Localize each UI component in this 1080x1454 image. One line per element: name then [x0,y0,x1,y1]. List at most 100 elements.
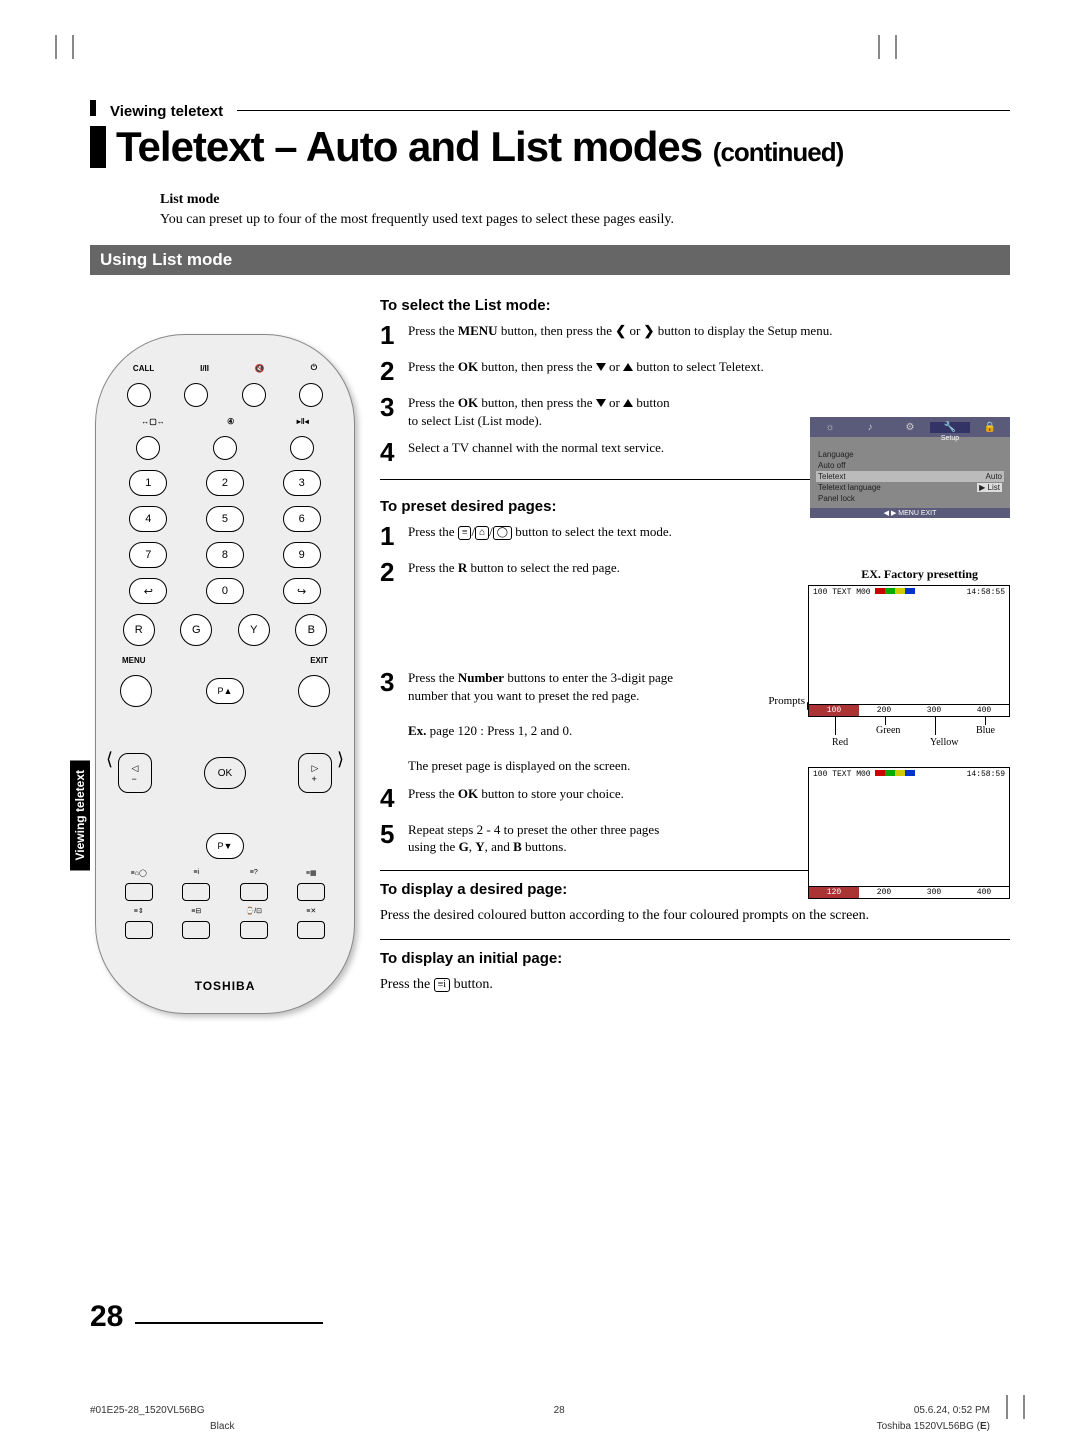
mute-icon: 🔇 [255,364,265,373]
prompt-blue: 400 [959,704,1009,716]
breadcrumb-rule [237,110,1010,111]
teletext-index-icon: ≡i [434,978,450,992]
ttx-size-button [125,921,153,939]
pic-size-icon: ↔▢↔ [141,417,165,426]
side-tab: Viewing teletext [70,760,90,870]
ttx-sub-button [182,921,210,939]
p-down-button: P▼ [206,833,244,859]
return-button: ↩ [129,578,167,604]
ttx-time-icon: ⌚/⊡ [241,907,267,915]
input-button: ↪ [283,578,321,604]
footer-black: Black [210,1421,234,1432]
call-button [127,383,151,407]
ttx-hdr-right: 14:58:55 [967,588,1005,597]
setup-tab-icon: ♪ [850,422,890,433]
exit-label: EXIT [310,656,328,665]
prompt-green: 200 [859,886,909,898]
title-continued: (continued) [713,137,844,167]
ttx-cancel-icon: ≡✕ [298,907,324,915]
menu-row-label: Teletext language [818,483,881,492]
menu-row-value: Auto [986,472,1002,481]
num-3: 3 [283,470,321,496]
still-button [290,436,314,460]
select-step-4: 4 Select a TV channel with the normal te… [380,439,680,465]
footer-date: 05.6.24, 0:52 PM [914,1405,990,1416]
preset-step-2: 2 Press the R button to select the red p… [380,559,680,585]
breadcrumb-row: Viewing teletext [90,100,1010,120]
prompt-yellow: 300 [909,704,959,716]
footer-file: #01E25-28_1520VL56BG [90,1405,205,1416]
ttx-mode-button [125,883,153,901]
num-2: 2 [206,470,244,496]
menu-row-label: Auto off [818,461,845,470]
still-icon: ▸‖◂ [297,417,309,426]
menu-row-label: Teletext [818,472,846,481]
select-step-3: 3 Press the OK button, then press the or… [380,394,680,429]
intro-block: List mode You can preset up to four of t… [90,190,1010,229]
example-text: page 120 : Press 1, 2 and 0. [426,723,572,738]
page-number: 28 [90,1300,123,1334]
footer-model: Toshiba 1520VL56BG (E) [877,1421,990,1432]
breadcrumb: Viewing teletext [110,103,223,120]
prompts-label: Prompts [745,695,805,707]
intro-heading: List mode [160,192,220,207]
footer-row-1: #01E25-28_1520VL56BG 28 05.6.24, 0:52 PM [0,1405,1080,1416]
prompt-red: 100 [809,704,859,716]
ttx-time-button [240,921,268,939]
section-heading: Using List mode [90,245,1010,275]
color-yellow-label: Yellow [930,737,958,748]
setup-tab-icon: 🔧 [930,422,970,433]
breadcrumb-bar [90,100,96,116]
ttx-reveal-button [240,883,268,901]
num-9: 9 [283,542,321,568]
power-icon: ⏻ [311,363,317,373]
setup-tab-icon: 🔒 [970,422,1010,433]
timer-button [213,436,237,460]
footer-row-2: Black Toshiba 1520VL56BG (E) [0,1421,1080,1432]
audio-button [184,383,208,407]
num-0: 0 [206,578,244,604]
ttx-index-icon: ≡i [183,869,209,877]
select-step-2: 2 Press the OK button, then press the or… [380,358,890,384]
ttx-hdr-right: 14:58:59 [967,770,1005,779]
page-number-rule [135,1322,323,1324]
power-button [299,383,323,407]
timer-icon: ④ [227,417,234,426]
setup-menu-screenshot: ☼ ♪ ⚙ 🔧 🔒 Language Auto off TeletextAuto… [810,417,1010,518]
sub-heading-initial: To display an initial page: [380,950,1010,967]
color-red-label: Red [832,737,848,748]
display-text: Press the desired coloured button accord… [380,906,1010,926]
teletext-screen-2: 100 TEXT M00 14:58:59 120 200 300 400 [808,767,1010,899]
ttx-hdr-left: 100 TEXT M00 [813,770,915,779]
page-title-row: Teletext – Auto and List modes (continue… [90,126,1010,168]
preset-result-text: The preset page is displayed on the scre… [408,758,630,773]
setup-tab-icon: ⚙ [890,422,930,433]
vol-up-button: ▷+ [298,753,332,793]
ttx-size-icon: ≡⇕ [126,907,152,915]
sub-heading-select: To select the List mode: [380,297,1010,314]
preset-step-5: 5 Repeat steps 2 - 4 to preset the other… [380,821,680,856]
prompt-blue: 400 [959,886,1009,898]
num-1: 1 [129,470,167,496]
ttx-mode-icon: ≡⌂◯ [126,869,152,877]
num-7: 7 [129,542,167,568]
preset-step-1: 1 Press the ≡/⌂/◯ button to select the t… [380,523,680,549]
example-label: Ex. [408,723,426,738]
color-green-label: Green [876,725,900,736]
footer-page: 28 [554,1405,565,1416]
menu-label: MENU [122,656,146,665]
preset-step-3: 3 Press the Number buttons to enter the … [380,669,680,774]
pic-size-button [136,436,160,460]
green-button: G [180,614,212,646]
factory-preset-label: EX. Factory presetting [861,567,978,582]
red-button: R [123,614,155,646]
intro-text: You can preset up to four of the most fr… [160,212,674,227]
call-label: CALL [133,364,154,373]
ttx-cancel-button [297,921,325,939]
ttx-hold-button [297,883,325,901]
menu-row-label: Language [818,450,854,459]
menu-button [120,675,152,707]
blue-button: B [295,614,327,646]
yellow-button: Y [238,614,270,646]
remote-brand: TOSHIBA [110,979,340,993]
